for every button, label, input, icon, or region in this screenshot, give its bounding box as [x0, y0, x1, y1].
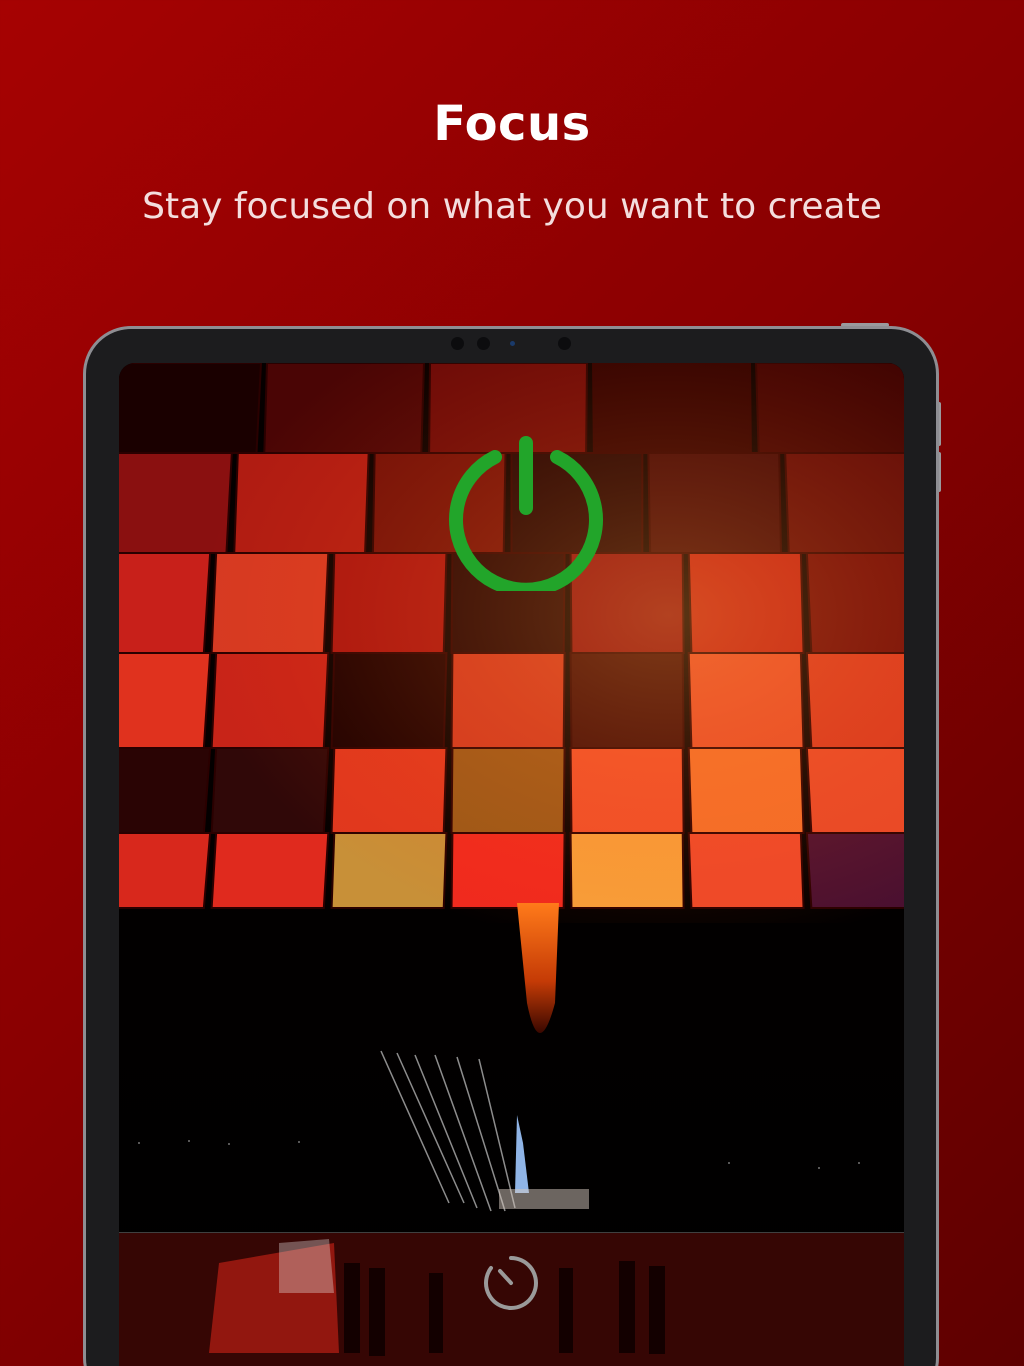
- camera-sensor: [477, 337, 490, 350]
- timer-button[interactable]: [481, 1253, 541, 1313]
- camera-sensor: [451, 337, 464, 350]
- page-title: Focus: [433, 96, 591, 152]
- page-subtitle: Stay focused on what you want to create: [142, 186, 882, 227]
- camera-sensor: [558, 337, 571, 350]
- power-icon: [449, 436, 603, 597]
- screen-divider: [119, 1232, 904, 1233]
- timer-icon: [484, 1256, 538, 1310]
- balloon-basket: [499, 1189, 589, 1209]
- power-button[interactable]: [447, 433, 605, 597]
- camera-bar: [448, 337, 578, 351]
- camera-indicator: [510, 341, 515, 346]
